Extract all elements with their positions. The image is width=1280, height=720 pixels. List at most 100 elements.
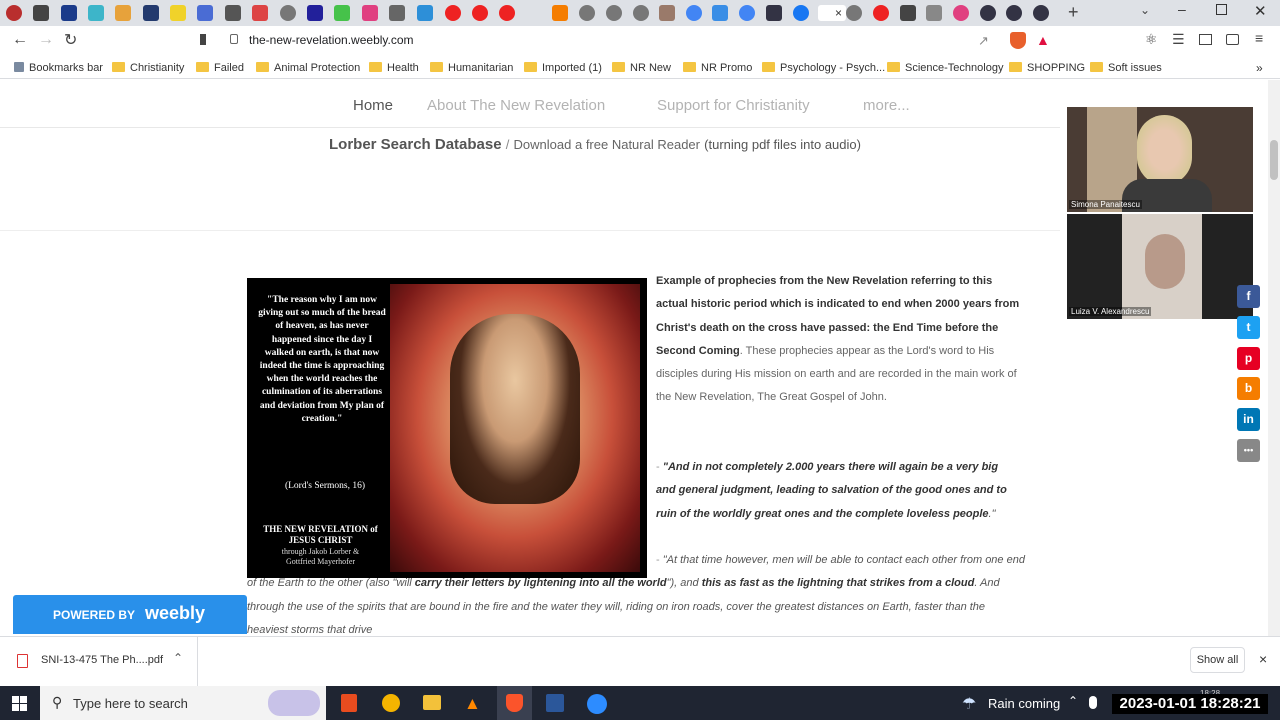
- facebook-tab-icon[interactable]: [793, 5, 809, 21]
- tab-favicon[interactable]: [334, 5, 350, 21]
- nav-home[interactable]: Home: [353, 97, 393, 114]
- gmail-tab-icon[interactable]: [252, 5, 268, 21]
- bookmark-icon[interactable]: [200, 34, 206, 45]
- tab-favicon[interactable]: [307, 5, 323, 21]
- tab-favicon[interactable]: [445, 5, 461, 21]
- bookmark-folder[interactable]: NR New: [612, 60, 671, 76]
- bookmark-folder[interactable]: NR Promo: [683, 60, 752, 76]
- google-tab-icon[interactable]: [686, 5, 702, 21]
- tab-favicon[interactable]: [579, 5, 595, 21]
- google-tab-icon[interactable]: [739, 5, 755, 21]
- tab-favicon[interactable]: [280, 5, 296, 21]
- nav-support[interactable]: Support for Christianity: [657, 97, 810, 114]
- reload-icon[interactable]: ↻: [64, 30, 77, 50]
- share-icon[interactable]: ↗: [978, 33, 989, 49]
- word-app-icon[interactable]: [546, 694, 564, 712]
- tab-favicon[interactable]: [225, 5, 241, 21]
- weather-icon[interactable]: ☂: [962, 694, 976, 714]
- bookmark-folder[interactable]: Animal Protection: [256, 60, 360, 76]
- show-all-button[interactable]: Show all: [1190, 647, 1245, 673]
- tab-favicon[interactable]: [1033, 5, 1049, 21]
- active-tab-close-icon[interactable]: ×: [818, 5, 846, 21]
- new-tab-icon[interactable]: +: [1068, 2, 1079, 23]
- nav-more[interactable]: more...: [863, 97, 910, 114]
- forward-arrow-icon[interactable]: →: [38, 31, 54, 49]
- tab-favicon[interactable]: [606, 5, 622, 21]
- tab-favicon[interactable]: [33, 5, 49, 21]
- more-share-icon[interactable]: •••: [1237, 439, 1260, 462]
- video-tile-1[interactable]: Simona Panaitescu: [1067, 107, 1253, 212]
- tab-favicon[interactable]: [846, 5, 862, 21]
- scrollbar-thumb[interactable]: [1270, 140, 1278, 180]
- tab-favicon[interactable]: [6, 5, 22, 21]
- wallet-icon[interactable]: [1226, 34, 1239, 45]
- windows-start-icon[interactable]: [12, 696, 28, 712]
- taskbar-search-box[interactable]: ⚲ Type here to search: [40, 686, 326, 720]
- tab-favicon[interactable]: [143, 5, 159, 21]
- address-bar[interactable]: the-new-revelation.weebly.com: [218, 30, 998, 52]
- tab-favicon[interactable]: [926, 5, 942, 21]
- tab-favicon[interactable]: [1006, 5, 1022, 21]
- tab-favicon[interactable]: [712, 5, 728, 21]
- tab-favicon[interactable]: [953, 5, 969, 21]
- bookmark-folder[interactable]: Failed: [196, 60, 244, 76]
- bookmark-folder[interactable]: Soft issues: [1090, 60, 1162, 76]
- vlc-app-icon[interactable]: ▲: [464, 694, 481, 714]
- facebook-share-icon[interactable]: f: [1237, 285, 1260, 308]
- tab-favicon[interactable]: [766, 5, 782, 21]
- tab-favicon[interactable]: [499, 5, 515, 21]
- twitter-share-icon[interactable]: t: [1237, 316, 1260, 339]
- tab-favicon[interactable]: [980, 5, 996, 21]
- lorber-search-link[interactable]: Lorber Search Database: [329, 136, 502, 153]
- blogger-share-icon[interactable]: b: [1237, 377, 1260, 400]
- tab-favicon[interactable]: [552, 5, 568, 21]
- bookmarks-overflow-icon[interactable]: »: [1256, 60, 1263, 76]
- menu-icon[interactable]: ≡: [1255, 30, 1263, 46]
- brave-rewards-icon[interactable]: ▲: [1036, 32, 1050, 48]
- extensions-icon[interactable]: ⚛: [1145, 31, 1158, 48]
- window-close-icon[interactable]: ✕: [1254, 2, 1267, 20]
- bookmark-folder[interactable]: Imported (1): [524, 60, 602, 76]
- tab-favicon[interactable]: [170, 5, 186, 21]
- natural-reader-link[interactable]: Download a free Natural Reader: [514, 137, 700, 152]
- weather-text[interactable]: Rain coming: [988, 696, 1060, 711]
- tab-favicon[interactable]: [389, 5, 405, 21]
- bookmark-folder[interactable]: SHOPPING: [1009, 60, 1085, 76]
- minimize-icon[interactable]: –: [1178, 1, 1186, 17]
- taskbar-active-app[interactable]: [497, 686, 532, 720]
- sidebar-icon[interactable]: [1199, 34, 1212, 45]
- tab-favicon[interactable]: [659, 5, 675, 21]
- back-arrow-icon[interactable]: ←: [12, 31, 28, 49]
- linkedin-share-icon[interactable]: in: [1237, 408, 1260, 431]
- download-item[interactable]: SNI-13-475 The Ph....pdf ⌃: [0, 637, 198, 686]
- brave-shield-icon[interactable]: [1010, 32, 1026, 49]
- bookmark-folder[interactable]: Psychology - Psych...: [762, 60, 885, 76]
- bookmark-folder[interactable]: Health: [369, 60, 419, 76]
- bookmark-folder[interactable]: Science-Technology: [887, 60, 1003, 76]
- pinterest-share-icon[interactable]: p: [1237, 347, 1260, 370]
- video-tile-2[interactable]: Luiza V. Alexandrescu: [1067, 214, 1253, 319]
- zoom-app-icon[interactable]: [587, 694, 607, 714]
- tab-favicon[interactable]: [61, 5, 77, 21]
- office-app-icon[interactable]: [341, 694, 357, 712]
- page-scrollbar[interactable]: [1268, 80, 1280, 636]
- chrome-app-icon[interactable]: [382, 694, 400, 712]
- tab-favicon[interactable]: [417, 5, 433, 21]
- file-explorer-icon[interactable]: [423, 695, 441, 710]
- bookmark-folder[interactable]: Humanitarian: [430, 60, 513, 76]
- download-bar-close-icon[interactable]: ×: [1259, 651, 1267, 667]
- tab-favicon[interactable]: [115, 5, 131, 21]
- tab-favicon[interactable]: [197, 5, 213, 21]
- microphone-icon[interactable]: [1089, 696, 1097, 709]
- reading-list-icon[interactable]: ☰: [1172, 31, 1185, 48]
- bookmark-folder[interactable]: Christianity: [112, 60, 184, 76]
- nav-about[interactable]: About The New Revelation: [427, 97, 605, 114]
- weebly-badge[interactable]: POWERED BY weebly: [13, 595, 247, 634]
- tab-favicon[interactable]: [362, 5, 378, 21]
- tray-chevron-icon[interactable]: ⌃: [1068, 694, 1078, 708]
- tab-favicon[interactable]: [873, 5, 889, 21]
- tab-search-chevron-icon[interactable]: ⌄: [1140, 3, 1150, 17]
- tab-favicon[interactable]: [900, 5, 916, 21]
- download-options-chevron-icon[interactable]: ⌃: [173, 651, 183, 665]
- tab-favicon[interactable]: [633, 5, 649, 21]
